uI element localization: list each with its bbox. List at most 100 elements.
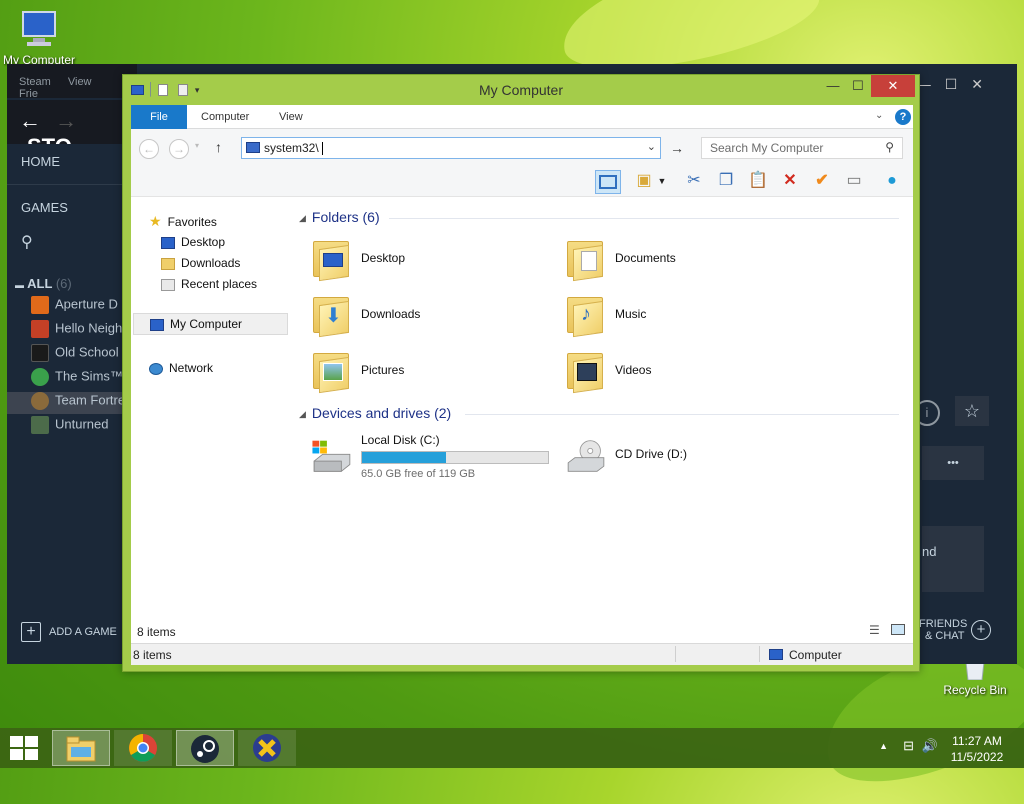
nav-favorites[interactable]: ★ Favorites — [149, 213, 217, 230]
steam-menu-steam[interactable]: Steam — [19, 76, 51, 88]
clock[interactable]: 11:27 AM 11/5/2022 — [946, 733, 1008, 765]
friends-chat-button[interactable]: FRIENDS & CHAT + — [919, 618, 1009, 648]
game-list-item[interactable]: Hello Neigh — [31, 320, 129, 342]
up-arrow-icon[interactable]: ↑ — [215, 139, 222, 155]
add-friend-icon: + — [971, 620, 991, 640]
devices-group-header[interactable]: ◢ Devices and drives (2) — [299, 405, 899, 421]
star-icon: ★ — [149, 213, 162, 229]
details-view-icon[interactable]: ☰ — [869, 623, 880, 637]
steam-menu-friends[interactable]: Frie — [19, 88, 38, 100]
help-icon[interactable]: ? — [895, 109, 911, 125]
forward-arrow-icon[interactable]: → — [55, 108, 77, 133]
all-games-header[interactable]: ▬ ALL (6) — [15, 276, 72, 291]
copy-icon[interactable]: ❐ — [713, 170, 739, 194]
close-button[interactable]: ✕ — [871, 75, 915, 97]
game-list-item[interactable]: Old School — [31, 344, 129, 366]
tab-computer[interactable]: Computer — [187, 105, 263, 129]
delete-icon[interactable]: ✕ — [777, 170, 803, 194]
globe-icon[interactable]: ● — [879, 170, 905, 194]
game-list-item-selected[interactable]: Team Fortre — [7, 392, 129, 414]
maximize-button[interactable]: ☐ — [847, 75, 869, 97]
rename-check-icon[interactable]: ✔ — [809, 170, 835, 194]
folder-music[interactable]: ♪ Music — [565, 289, 805, 339]
nav-desktop[interactable]: Desktop — [161, 235, 225, 249]
folder-options-icon[interactable]: ▣ — [631, 170, 657, 194]
game-list-item[interactable]: The Sims™ — [31, 368, 129, 390]
go-arrow-icon[interactable]: → — [667, 139, 687, 159]
maximize-icon[interactable]: ☐ — [945, 76, 972, 92]
search-input[interactable]: Search My Computer ⚲ — [701, 137, 903, 159]
minimize-icon[interactable]: — — [917, 76, 945, 92]
search-icon[interactable]: ⚲ — [21, 232, 33, 252]
music-folder-icon: ♪ — [565, 293, 605, 338]
game-title: Aperture D — [55, 296, 118, 312]
game-icon — [31, 320, 49, 338]
more-options-button[interactable]: ••• — [922, 446, 984, 480]
folder-pictures[interactable]: Pictures — [311, 345, 551, 395]
preview-pane-icon[interactable] — [595, 170, 621, 194]
all-count: (6) — [55, 276, 72, 291]
taskbar-steam[interactable] — [176, 730, 234, 766]
status-divider — [759, 646, 760, 662]
game-list-item[interactable]: Unturned — [31, 416, 129, 438]
cut-icon[interactable]: ✂ — [681, 170, 707, 194]
steam-games-header[interactable]: GAMES — [21, 200, 68, 215]
network-tray-icon[interactable]: ⊟ — [903, 738, 914, 754]
add-game-button[interactable]: + ADD A GAME — [21, 622, 117, 642]
tab-file[interactable]: File — [131, 105, 187, 129]
back-arrow-icon[interactable]: ← — [19, 108, 41, 133]
x-app-icon — [253, 734, 281, 762]
group-title: Folders (6) — [311, 209, 380, 225]
status-divider — [675, 646, 676, 662]
ribbon-expand-icon[interactable]: ⌄ — [875, 110, 883, 121]
search-icon: ⚲ — [885, 140, 894, 154]
properties-card-icon[interactable]: ▭ — [841, 170, 867, 194]
taskbar-app[interactable] — [238, 730, 296, 766]
address-bar[interactable]: system32\ ⌄ — [241, 137, 661, 159]
folder-downloads[interactable]: ⬇ Downloads — [311, 289, 551, 339]
drive-usage-fill — [362, 452, 447, 463]
computer-small-icon — [769, 649, 783, 660]
folder-videos[interactable]: Videos — [565, 345, 805, 395]
large-icons-view-icon[interactable] — [891, 624, 905, 635]
volume-icon[interactable]: 🔊 — [922, 738, 938, 754]
paste-icon[interactable]: 📋 — [745, 170, 771, 194]
sidebar-divider — [7, 184, 129, 185]
item-count-bottom: 8 items — [133, 648, 172, 662]
drive-local-disk-c[interactable]: Local Disk (C:) 65.0 GB free of 119 GB — [309, 433, 559, 483]
start-button[interactable] — [0, 728, 48, 768]
steam-menu-view[interactable]: View — [68, 76, 92, 88]
forward-button[interactable]: → — [169, 139, 189, 159]
game-list-item[interactable]: Aperture D — [31, 296, 129, 318]
back-button[interactable]: ← — [139, 139, 159, 159]
folder-label: Desktop — [361, 251, 406, 265]
dropdown-arrow-icon[interactable]: ▼ — [655, 170, 669, 194]
folder-desktop[interactable]: Desktop — [311, 233, 551, 283]
nav-downloads[interactable]: Downloads — [161, 256, 240, 270]
recent-locations-icon[interactable]: ▾ — [195, 141, 199, 150]
recycle-bin-desktop-icon[interactable]: Recycle Bin — [930, 660, 1020, 697]
drive-label: Local Disk (C:) — [361, 433, 440, 447]
explorer-title-bar[interactable]: │ ▾ My Computer — ☐ ✕ — [123, 75, 919, 105]
taskbar-file-explorer[interactable] — [52, 730, 110, 766]
show-hidden-icons[interactable]: ▲ — [879, 741, 888, 751]
drive-free-space: 65.0 GB free of 119 GB — [361, 468, 476, 480]
nav-recent-places[interactable]: Recent places — [161, 277, 257, 291]
address-dropdown-icon[interactable]: ⌄ — [647, 140, 656, 153]
nav-network[interactable]: Network — [149, 361, 213, 375]
minimize-button[interactable]: — — [819, 75, 847, 97]
game-title: Team Fortre — [55, 392, 126, 408]
folder-label: Pictures — [361, 363, 405, 377]
close-icon[interactable]: ✕ — [971, 76, 997, 92]
folders-group-header[interactable]: ◢ Folders (6) — [299, 209, 899, 225]
steam-home-link[interactable]: HOME — [21, 154, 60, 169]
folder-documents[interactable]: Documents — [565, 233, 805, 283]
tab-view[interactable]: View — [265, 105, 317, 129]
drive-cd-d[interactable]: CD Drive (D:) — [563, 433, 813, 483]
ribbon-tabs: File Computer View ⌄ ? — [131, 105, 913, 129]
nav-my-computer[interactable]: My Computer — [133, 313, 288, 335]
taskbar-chrome[interactable] — [114, 730, 172, 766]
star-icon[interactable]: ☆ — [955, 396, 989, 426]
cd-drive-icon — [567, 440, 605, 472]
my-computer-desktop-icon[interactable]: My Computer — [0, 10, 84, 67]
